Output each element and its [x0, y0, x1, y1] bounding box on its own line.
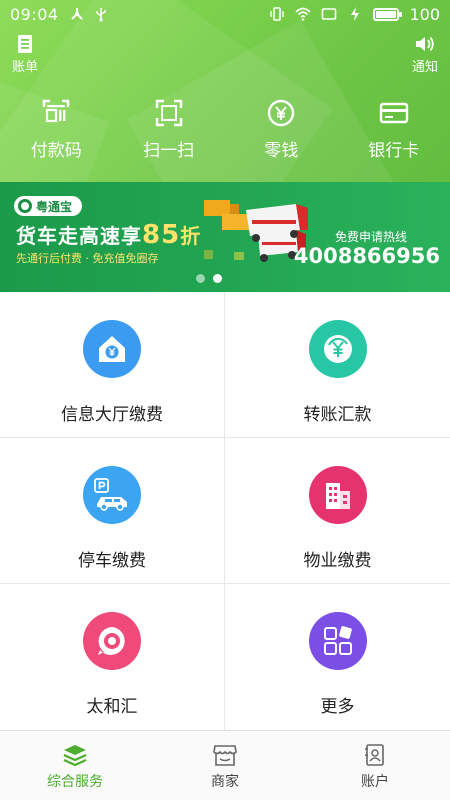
banner-headline-suffix: 折: [180, 224, 202, 248]
service-more[interactable]: 更多: [225, 584, 450, 730]
more-grid-icon: [323, 626, 352, 655]
usb-icon: [95, 8, 106, 22]
vibrate-icon: [270, 7, 285, 21]
banner-headline-prefix: 货车走高速享: [16, 224, 142, 248]
share-network-icon: [70, 8, 83, 20]
service-label: 信息大厅缴费: [61, 405, 163, 425]
scan-icon: [155, 99, 182, 127]
store-icon: [213, 745, 237, 766]
service-label: 更多: [320, 697, 355, 717]
house-yuan-icon: [99, 336, 125, 362]
service-icon-circle: [83, 612, 141, 670]
barcode-icon: [43, 99, 70, 123]
service-transfer[interactable]: 转账汇款: [225, 292, 450, 438]
account-book-icon: [365, 744, 384, 766]
banner-brand-name: 粤通宝: [36, 199, 73, 214]
transfer-yuan-icon: [323, 335, 352, 363]
service-icon-circle: [308, 466, 367, 524]
service-label: 物业缴费: [303, 551, 372, 571]
battery-icon: [373, 7, 403, 21]
target-icon: [98, 627, 125, 655]
banner-hotline-label: 免费申请热线: [334, 230, 407, 244]
bottom-tab-bar: 综合服务 商家 账户: [0, 730, 450, 800]
status-time: 09:04: [10, 4, 59, 24]
service-info-hall-payment[interactable]: 信息大厅缴费: [0, 292, 225, 438]
yuan-coin-icon: [268, 99, 295, 127]
bill-label: 账单: [12, 60, 39, 75]
brand-logo-icon: [18, 199, 32, 213]
tab-label: 商家: [211, 774, 239, 790]
quick-action-label: 扫一扫: [143, 141, 195, 161]
service-property-payment[interactable]: 物业缴费: [225, 438, 450, 584]
service-icon-circle: [83, 466, 141, 524]
battery-percent: 100: [409, 4, 440, 24]
quick-action-label: 银行卡: [368, 141, 420, 161]
bill-icon: [18, 35, 32, 53]
service-icon-circle: [83, 320, 141, 378]
quick-action-label: 付款码: [30, 141, 82, 161]
notice-label: 通知: [411, 60, 438, 75]
status-bar: 09:04 100: [0, 0, 450, 28]
banner-hotline-number: 4008866956: [293, 244, 440, 268]
banner-dot[interactable]: [213, 274, 222, 283]
banner-dot[interactable]: [196, 274, 205, 283]
charging-bolt-icon: [351, 7, 360, 21]
quick-action-scan[interactable]: 扫一扫: [113, 98, 226, 161]
building-icon: [325, 483, 350, 509]
tab-services[interactable]: 综合服务: [0, 731, 150, 800]
tab-account[interactable]: 账户: [300, 731, 450, 800]
quick-action-label: 零钱: [264, 141, 299, 161]
service-label: 转账汇款: [303, 405, 372, 425]
tab-merchants[interactable]: 商家: [150, 731, 300, 800]
banner-page-indicator: [196, 274, 222, 283]
quick-action-pay-code[interactable]: 付款码: [0, 98, 113, 161]
battery-fill: [376, 10, 397, 18]
service-taihehui[interactable]: 太和汇: [0, 584, 225, 730]
quick-actions: 付款码 扫一扫 零钱 银行卡: [0, 98, 450, 161]
banner-subline: 先通行后付费 · 免充值免圈存: [16, 252, 159, 265]
bank-card-icon: [379, 102, 408, 124]
promo-banner[interactable]: 粤通宝 货车走高速享85折 先通行后付费 · 免充值免圈存 免费申请热线 400…: [0, 182, 450, 292]
quick-action-change[interactable]: 零钱: [225, 98, 338, 161]
service-label: 停车缴费: [78, 551, 146, 571]
notice-button[interactable]: 通知: [412, 34, 438, 75]
bill-button[interactable]: 账单: [12, 34, 38, 75]
speaker-icon: [415, 36, 434, 52]
header: 09:04 100 账单 通知 付款码 扫一扫 零钱 银行卡: [0, 0, 450, 182]
tab-label: 综合服务: [47, 774, 103, 790]
quick-action-bank-card[interactable]: 银行卡: [338, 98, 450, 161]
service-parking-payment[interactable]: 停车缴费: [0, 438, 225, 584]
wifi-icon: [295, 7, 312, 21]
parking-car-icon: [94, 478, 127, 511]
tab-label: 账户: [361, 774, 389, 790]
service-icon-circle: [308, 612, 367, 670]
screen-cast-icon: [322, 8, 337, 20]
service-icon-circle: [308, 320, 367, 378]
banner-brand-logo: 粤通宝: [14, 196, 83, 216]
banner-headline: 货车走高速享85折: [16, 220, 201, 250]
layers-icon: [63, 745, 87, 767]
service-label: 太和汇: [86, 697, 138, 717]
banner-headline-number: 85: [142, 220, 181, 250]
service-grid: 信息大厅缴费 转账汇款 停车缴费 物业缴费 太和汇 更多: [0, 292, 450, 730]
